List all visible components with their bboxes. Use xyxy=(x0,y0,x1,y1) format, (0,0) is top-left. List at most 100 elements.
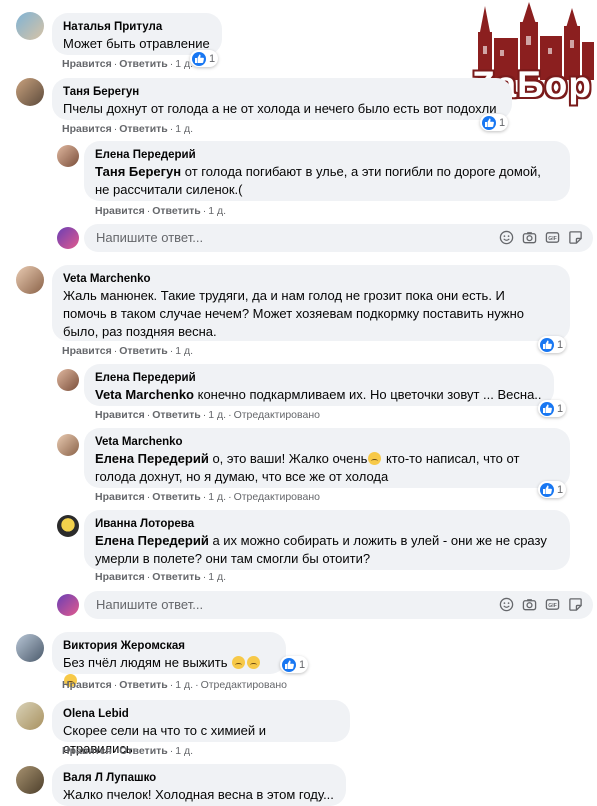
comment-author[interactable]: Иванна Лоторева xyxy=(95,516,559,532)
comment-time[interactable]: 1 д. xyxy=(175,679,193,691)
like-action[interactable]: Нравится xyxy=(62,679,112,691)
comment-author[interactable]: Елена Передерий xyxy=(95,147,559,163)
comment-actions: Нравится · Ответить · 1 д. xyxy=(95,571,227,583)
reply-input[interactable]: Напишите ответ... GIF xyxy=(84,224,593,252)
reply-bubble: Иванна Лоторева Елена Передерий а их мож… xyxy=(84,510,570,570)
edited-label[interactable]: Отредактировано xyxy=(234,409,320,421)
comment-text: Без пчёл людям не выжить xyxy=(63,655,228,670)
like-action[interactable]: Нравится xyxy=(62,745,112,757)
avatar[interactable] xyxy=(57,434,79,456)
emoji-icon[interactable] xyxy=(499,230,514,245)
emoji-icon[interactable] xyxy=(499,597,514,612)
comment-author[interactable]: Валя Л Лупашко xyxy=(63,770,335,786)
reply-action[interactable]: Ответить xyxy=(119,345,168,357)
mention-link[interactable]: Елена Передерий xyxy=(95,451,209,466)
edited-label[interactable]: Отредактировано xyxy=(234,491,320,503)
comment-actions: Нравится · Ответить · 1 д. · Отредактировано xyxy=(95,409,320,421)
mention-link[interactable]: Елена Передерий xyxy=(95,533,209,548)
comment-author[interactable]: Таня Берегун xyxy=(63,84,501,100)
sticker-icon[interactable] xyxy=(568,597,583,612)
comment-author[interactable]: Елена Передерий xyxy=(95,370,543,386)
reaction-count[interactable]: 1 xyxy=(190,50,219,67)
comment-actions: Нравится · Ответить · 1 д. xyxy=(62,58,194,70)
crying-emoji-icon xyxy=(247,656,261,669)
comment-actions: Нравится · Ответить · 1 д. · Отредактировано xyxy=(95,491,320,503)
avatar[interactable] xyxy=(16,702,44,730)
comment-actions: Нравится · Ответить · 1 д. xyxy=(62,123,194,135)
avatar[interactable] xyxy=(57,145,79,167)
comment-time[interactable]: 1 д. xyxy=(208,571,226,583)
like-icon xyxy=(192,51,206,66)
avatar[interactable] xyxy=(16,634,44,662)
reply-placeholder: Напишите ответ... xyxy=(96,597,204,612)
reply-bubble: Veta Marchenko Елена Передерий о, это ва… xyxy=(84,428,570,488)
gif-icon[interactable]: GIF xyxy=(545,597,560,612)
reply-action[interactable]: Ответить xyxy=(152,409,201,421)
reply-action[interactable]: Ответить xyxy=(119,745,168,757)
reply-action[interactable]: Ответить xyxy=(119,679,168,691)
reaction-count[interactable]: 1 xyxy=(538,336,567,353)
mention-link[interactable]: Veta Marchenko xyxy=(95,387,194,402)
comment-author[interactable]: Veta Marchenko xyxy=(95,434,559,450)
comment-text: конечно подкармливаем их. Но цветочки зо… xyxy=(194,387,542,402)
comment-actions: Нравится · Ответить · 1 д. xyxy=(95,205,227,217)
comment-time[interactable]: 1 д. xyxy=(175,123,193,135)
comment-bubble: Таня Берегун Пчелы дохнут от голода а не… xyxy=(52,78,512,120)
comment-time[interactable]: 1 д. xyxy=(175,58,193,70)
comment-author[interactable]: Veta Marchenko xyxy=(63,271,559,287)
like-action[interactable]: Нравится xyxy=(95,409,145,421)
comment-time[interactable]: 1 д. xyxy=(208,491,226,503)
comment-text: о, это ваши! Жалко очень xyxy=(208,451,368,466)
reaction-count[interactable]: 1 xyxy=(538,400,567,417)
mention-link[interactable]: Таня Берегун xyxy=(95,164,181,179)
comment-text: Жаль манюнек. Такие трудяги, да и нам го… xyxy=(63,288,524,339)
avatar[interactable] xyxy=(16,78,44,106)
like-icon xyxy=(482,115,496,130)
comment-author[interactable]: Наталья Притула xyxy=(63,19,211,35)
comment-author[interactable]: Olena Lebid xyxy=(63,706,339,722)
crying-emoji-icon xyxy=(368,452,382,465)
comment-bubble: Наталья Притула Может быть отравление xyxy=(52,13,222,55)
reaction-count[interactable]: 1 xyxy=(480,114,509,131)
sticker-icon[interactable] xyxy=(568,230,583,245)
comment-time[interactable]: 1 д. xyxy=(208,205,226,217)
reply-action[interactable]: Ответить xyxy=(152,205,201,217)
comment-bubble: Veta Marchenko Жаль манюнек. Такие трудя… xyxy=(52,265,570,341)
edited-label[interactable]: Отредактировано xyxy=(201,679,287,691)
my-avatar xyxy=(57,227,79,249)
reaction-count[interactable]: 1 xyxy=(538,481,567,498)
crying-emoji-icon xyxy=(232,656,246,669)
reply-input[interactable]: Напишите ответ... GIF xyxy=(84,591,593,619)
like-action[interactable]: Нравится xyxy=(95,205,145,217)
like-action[interactable]: Нравится xyxy=(95,491,145,503)
reply-action[interactable]: Ответить xyxy=(152,571,201,583)
like-action[interactable]: Нравится xyxy=(62,58,112,70)
comment-time[interactable]: 1 д. xyxy=(208,409,226,421)
reply-placeholder: Напишите ответ... xyxy=(96,230,204,245)
my-avatar xyxy=(57,594,79,616)
reaction-count[interactable]: 1 xyxy=(280,656,309,673)
avatar[interactable] xyxy=(16,766,44,794)
camera-icon[interactable] xyxy=(522,597,537,612)
avatar[interactable] xyxy=(16,12,44,40)
avatar[interactable] xyxy=(57,369,79,391)
comment-text: Может быть отравление xyxy=(63,36,210,51)
comment-actions: Нравится · Ответить · 1 д. · Отредактировано xyxy=(62,679,287,691)
avatar[interactable] xyxy=(16,266,44,294)
like-action[interactable]: Нравится xyxy=(62,345,112,357)
reply-action[interactable]: Ответить xyxy=(152,491,201,503)
like-icon xyxy=(282,657,296,672)
gif-icon[interactable]: GIF xyxy=(545,230,560,245)
comment-author[interactable]: Виктория Жеромская xyxy=(63,638,275,654)
comment-time[interactable]: 1 д. xyxy=(175,345,193,357)
reply-action[interactable]: Ответить xyxy=(119,58,168,70)
like-action[interactable]: Нравится xyxy=(62,123,112,135)
reply-action[interactable]: Ответить xyxy=(119,123,168,135)
like-action[interactable]: Нравится xyxy=(95,571,145,583)
comment-time[interactable]: 1 д. xyxy=(175,745,193,757)
camera-icon[interactable] xyxy=(522,230,537,245)
avatar[interactable] xyxy=(57,515,79,537)
reply-bubble: Елена Передерий Veta Marchenko конечно п… xyxy=(84,364,554,406)
like-icon xyxy=(540,482,554,497)
reply-bubble: Елена Передерий Таня Берегун от голода п… xyxy=(84,141,570,201)
